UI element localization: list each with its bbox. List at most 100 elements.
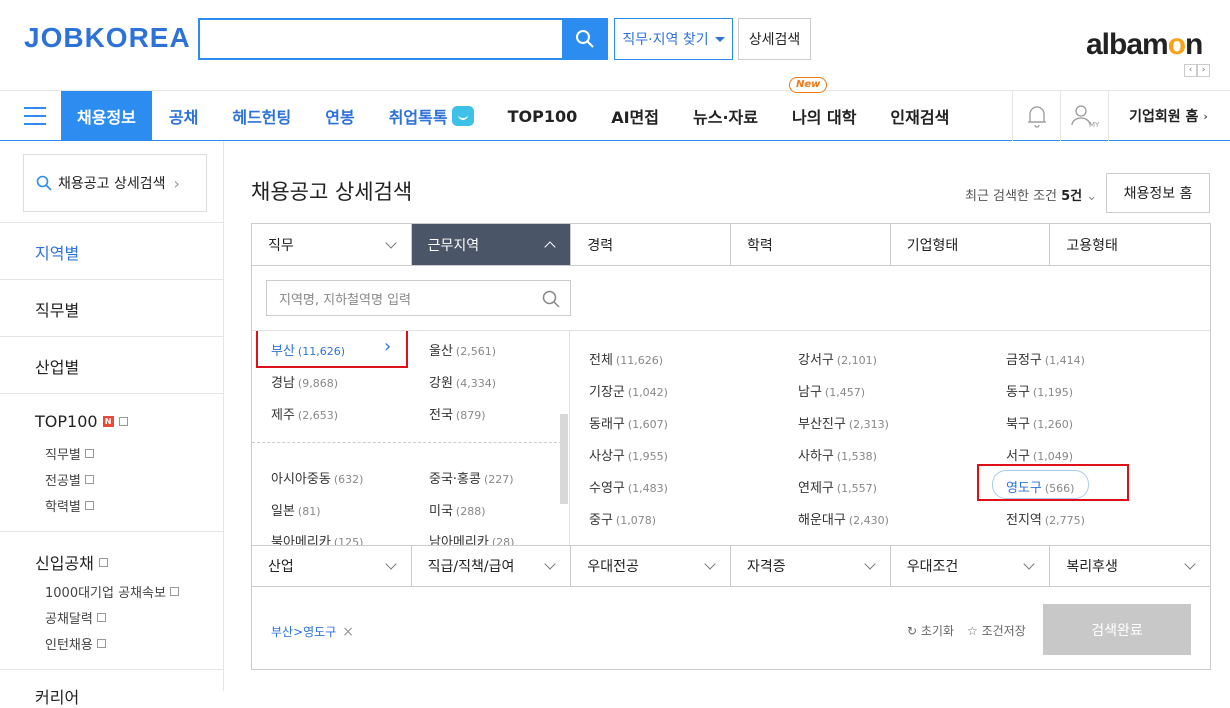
abroad-item[interactable]: 북아메리카 (125)	[271, 531, 363, 545]
district-item[interactable]: 사하구 (1,538)	[798, 445, 877, 464]
sidebar-item-region[interactable]: 지역별	[0, 222, 224, 279]
nav-item-talent-search[interactable]: 인재검색	[873, 91, 966, 141]
reset-button[interactable]: ↻ 초기화	[907, 622, 954, 639]
district-item[interactable]: 중구 (1,078)	[589, 509, 656, 528]
district-item[interactable]: 강서구 (2,101)	[798, 349, 877, 368]
abroad-item[interactable]: 미국 (288)	[429, 500, 486, 519]
tab-region[interactable]: 근무지역	[411, 224, 572, 265]
nav-item-top100[interactable]: TOP100	[491, 91, 595, 141]
district-item[interactable]: 연제구 (1,557)	[798, 477, 877, 496]
scrollbar[interactable]	[560, 414, 568, 504]
tab-position-salary[interactable]: 직급/직책/급여	[411, 546, 572, 586]
nav-item-gongchae[interactable]: 공채	[152, 91, 215, 141]
tab-major[interactable]: 우대전공	[571, 546, 732, 586]
nav-item-salary[interactable]: 연봉	[308, 91, 371, 141]
sidebar-item-industry[interactable]: 산업별	[0, 336, 224, 393]
district-item[interactable]: 동래구 (1,607)	[589, 413, 668, 432]
region-search-input[interactable]: 지역명, 지하철역명 입력	[266, 280, 571, 316]
job-region-find-button[interactable]: 직무·지역 찾기	[614, 18, 733, 60]
save-condition-button[interactable]: ☆ 조건저장	[967, 622, 1026, 639]
province-item[interactable]: 제주 (2,653)	[271, 404, 338, 423]
recent-prefix: 최근 검색한 조건	[965, 189, 1057, 204]
abroad-item[interactable]: 아시아중동 (632)	[271, 468, 363, 487]
sidebar-detail-search[interactable]: 채용공고 상세검색 ›	[23, 154, 207, 212]
sidebar-sub-item[interactable]: 인턴채용	[45, 634, 106, 653]
district-count: (1,607)	[627, 418, 668, 431]
abroad-name: 아시아중동	[271, 472, 331, 487]
district-name: 남구	[798, 385, 822, 400]
chevron-down-icon	[704, 558, 716, 570]
district-item[interactable]: 사상구 (1,955)	[589, 445, 668, 464]
tab-label: 경력	[587, 237, 614, 254]
partner-next-button[interactable]: ›	[1197, 64, 1210, 77]
sidebar-sub-item[interactable]: 직무별	[45, 444, 94, 463]
tab-duty[interactable]: 직무	[252, 224, 412, 265]
tab-employment-type[interactable]: 고용형태	[1050, 224, 1211, 265]
province-item[interactable]: 경남 (9,868)	[271, 372, 338, 391]
sidebar-sub-item[interactable]: 공채달력	[45, 608, 106, 627]
sidebar-item-label: 직무별	[35, 301, 80, 320]
province-list: 부산 (11,626) › 울산 (2,561) 경남 (9,868) 강원 (4,33…	[252, 331, 570, 545]
nav-item-news[interactable]: 뉴스·자료	[676, 91, 775, 141]
detail-search-button[interactable]: 상세검색	[738, 18, 811, 60]
search-input[interactable]	[198, 18, 564, 60]
nav-item-headhunting[interactable]: 헤드헌팅	[215, 91, 308, 141]
district-item[interactable]: 전지역 (2,775)	[1006, 509, 1085, 528]
tab-welfare[interactable]: 복리후생	[1050, 546, 1211, 586]
nav-item-my-univ[interactable]: New 나의 대학	[775, 77, 873, 141]
district-item[interactable]: 남구 (1,457)	[798, 381, 865, 400]
province-name: 전국	[429, 408, 453, 423]
menu-icon[interactable]	[24, 107, 46, 125]
province-item[interactable]: 전국 (879)	[429, 404, 486, 423]
district-item[interactable]: 전체 (11,626)	[589, 349, 663, 368]
recent-conditions-toggle[interactable]: 최근 검색한 조건 5건 ⌄	[965, 185, 1097, 204]
partner-prev-button[interactable]: ‹	[1184, 64, 1197, 77]
district-item[interactable]: 금정구 (1,414)	[1006, 349, 1085, 368]
abroad-item[interactable]: 남아메리카 (28)	[429, 531, 514, 545]
nav-item-talk[interactable]: 취업톡톡	[372, 91, 491, 141]
tab-label: 우대전공	[587, 559, 639, 575]
sidebar-item-career[interactable]: 커리어	[0, 669, 224, 707]
corp-home-link[interactable]: 기업회원 홈 ›	[1108, 91, 1228, 141]
close-icon[interactable]: ×	[342, 624, 354, 640]
nav-item-jobs[interactable]: 채용정보	[61, 91, 152, 141]
tab-preference[interactable]: 우대조건	[890, 546, 1051, 586]
tab-education[interactable]: 학력	[731, 224, 891, 265]
district-item[interactable]: 부산진구 (2,313)	[798, 413, 889, 432]
sidebar-sub-item[interactable]: 1000대기업 공채속보	[45, 582, 179, 601]
district-name: 강서구	[798, 353, 834, 368]
tab-industry[interactable]: 산업	[252, 546, 412, 586]
abroad-item[interactable]: 중국·홍콩 (227)	[429, 468, 514, 487]
search-button[interactable]	[562, 18, 608, 60]
district-item[interactable]: 서구 (1,049)	[1006, 445, 1073, 464]
district-item[interactable]: 기장군 (1,042)	[589, 381, 668, 400]
tab-license[interactable]: 자격증	[731, 546, 891, 586]
district-item[interactable]: 북구 (1,260)	[1006, 413, 1073, 432]
sidebar-item-top100[interactable]: TOP100 N	[35, 412, 128, 431]
site-header: JOBKOREA 직무·지역 찾기 상세검색 albamon ‹ ›	[0, 0, 1230, 90]
tab-company-type[interactable]: 기업형태	[890, 224, 1051, 265]
sidebar-item-duty[interactable]: 직무별	[0, 279, 224, 336]
province-item[interactable]: 울산 (2,561)	[429, 340, 496, 359]
search-complete-button[interactable]: 검색완료	[1043, 604, 1191, 655]
district-count: (1,955)	[627, 450, 668, 463]
tab-label: 자격증	[747, 559, 786, 575]
jobs-home-button[interactable]: 채용정보 홈	[1106, 173, 1210, 213]
district-item[interactable]: 수영구 (1,483)	[589, 477, 668, 496]
abroad-item[interactable]: 일본 (81)	[271, 500, 321, 519]
sidebar-item-gongchae[interactable]: 신입공채	[35, 550, 108, 574]
province-item[interactable]: 강원 (4,334)	[429, 372, 496, 391]
my-page-button[interactable]: MY	[1060, 91, 1108, 141]
notification-button[interactable]	[1012, 91, 1060, 141]
district-name: 동래구	[589, 417, 625, 432]
district-item[interactable]: 동구 (1,195)	[1006, 381, 1073, 400]
tab-label: 우대조건	[906, 559, 959, 575]
jobkorea-logo[interactable]: JOBKOREA	[24, 22, 191, 54]
sidebar-sub-item[interactable]: 학력별	[45, 496, 94, 515]
district-item[interactable]: 해운대구 (2,430)	[798, 509, 889, 528]
nav-item-ai-interview[interactable]: AI면접	[594, 91, 676, 141]
district-name: 동구	[1006, 385, 1030, 400]
sidebar-sub-item[interactable]: 전공별	[45, 470, 94, 489]
albamon-logo[interactable]: albamon	[1086, 28, 1203, 62]
tab-career[interactable]: 경력	[571, 224, 732, 265]
